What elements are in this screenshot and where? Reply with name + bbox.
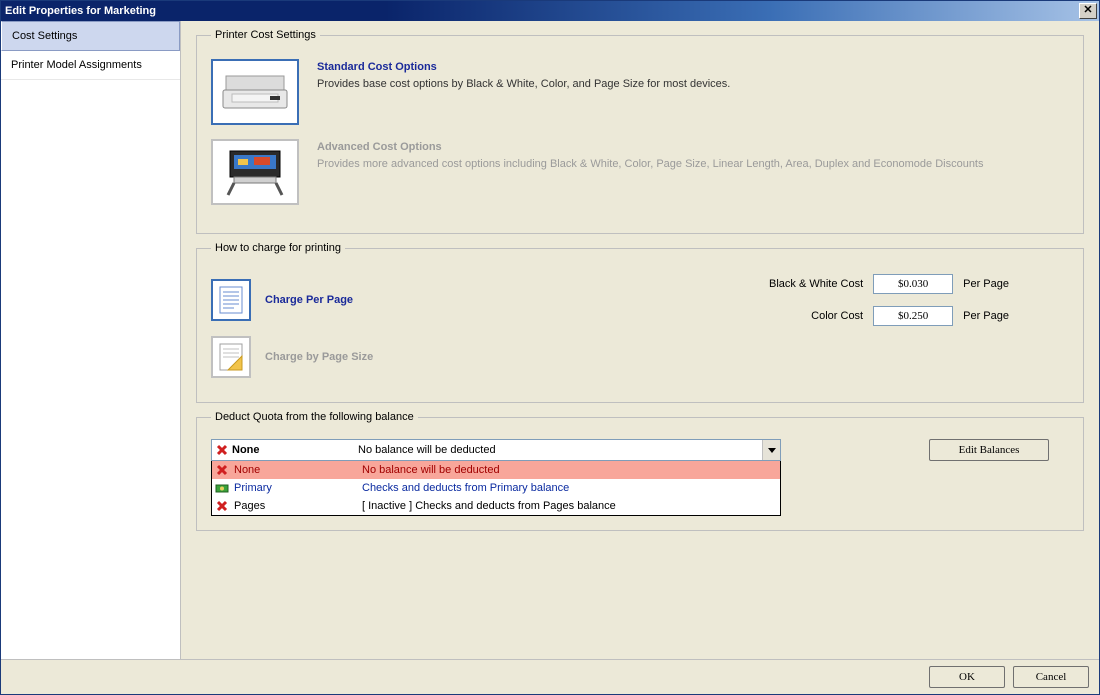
window-title: Edit Properties for Marketing: [5, 5, 1079, 17]
balance-dropdown[interactable]: None No balance will be deducted: [211, 439, 781, 461]
bw-cost-input[interactable]: [873, 274, 953, 294]
dropdown-arrow-icon[interactable]: [762, 440, 780, 460]
balance-option-pages[interactable]: Pages [ Inactive ] Checks and deducts fr…: [212, 497, 780, 515]
option-desc: [ Inactive ] Checks and deducts from Pag…: [362, 500, 780, 512]
titlebar[interactable]: Edit Properties for Marketing ✕: [1, 1, 1099, 21]
sidebar: Cost Settings Printer Model Assignments: [1, 21, 181, 659]
quota-group: Deduct Quota from the following balance …: [196, 411, 1084, 531]
edit-balances-button[interactable]: Edit Balances: [929, 439, 1049, 461]
balance-option-none[interactable]: None No balance will be deducted: [212, 461, 780, 479]
option-advanced-cost[interactable]: Advanced Cost Options Provides more adva…: [211, 139, 1069, 205]
bw-cost-label: Black & White Cost: [769, 278, 863, 290]
option-title: Advanced Cost Options: [317, 141, 1069, 153]
option-desc: No balance will be deducted: [362, 464, 780, 476]
option-desc: Provides more advanced cost options incl…: [317, 157, 1069, 172]
balance-dropdown-list: None No balance will be deducted Primary…: [211, 461, 781, 516]
group-legend: How to charge for printing: [211, 242, 345, 254]
bw-cost-suffix: Per Page: [963, 278, 1009, 290]
page-icon: [211, 279, 251, 321]
dialog-footer: OK Cancel: [1, 659, 1099, 694]
option-title: Standard Cost Options: [317, 61, 1069, 73]
color-cost-suffix: Per Page: [963, 310, 1009, 322]
close-button[interactable]: ✕: [1079, 3, 1097, 19]
color-cost-label: Color Cost: [769, 310, 863, 322]
cancel-button[interactable]: Cancel: [1013, 666, 1089, 688]
content-pane: Printer Cost Settings Standard Cost Opti…: [181, 21, 1099, 659]
option-charge-by-page-size[interactable]: Charge by Page Size: [211, 336, 1069, 378]
quota-combo-wrap: None No balance will be deducted None No…: [211, 439, 781, 516]
option-label: Charge by Page Size: [265, 351, 373, 363]
printer-thumbnail-icon: [211, 59, 299, 125]
money-icon: [212, 482, 232, 494]
x-icon: [212, 500, 232, 512]
option-desc: Provides base cost options by Black & Wh…: [317, 77, 1069, 92]
option-label: Charge Per Page: [265, 294, 353, 306]
option-text: Standard Cost Options Provides base cost…: [317, 59, 1069, 92]
option-charge-per-page[interactable]: Charge Per Page Black & White Cost Per P…: [211, 274, 1069, 326]
sidebar-item-label: Cost Settings: [12, 30, 77, 42]
page-size-icon: [211, 336, 251, 378]
plotter-thumbnail-icon: [211, 139, 299, 205]
sidebar-item-printer-model-assignments[interactable]: Printer Model Assignments: [1, 51, 180, 80]
x-icon: [212, 464, 232, 476]
selected-desc: No balance will be deducted: [358, 440, 762, 460]
ok-button[interactable]: OK: [929, 666, 1005, 688]
option-name: Primary: [232, 482, 362, 494]
dialog-body: Cost Settings Printer Model Assignments …: [1, 21, 1099, 659]
color-cost-input[interactable]: [873, 306, 953, 326]
sidebar-item-cost-settings[interactable]: Cost Settings: [1, 21, 180, 51]
printer-cost-settings-group: Printer Cost Settings Standard Cost Opti…: [196, 29, 1084, 234]
option-name: Pages: [232, 500, 362, 512]
selected-name: None: [228, 440, 358, 460]
balance-option-primary[interactable]: Primary Checks and deducts from Primary …: [212, 479, 780, 497]
group-legend: Printer Cost Settings: [211, 29, 320, 41]
dialog-window: Edit Properties for Marketing ✕ Cost Set…: [0, 0, 1100, 695]
sidebar-item-label: Printer Model Assignments: [11, 59, 142, 71]
option-desc: Checks and deducts from Primary balance: [362, 482, 780, 494]
cost-inputs: Black & White Cost Per Page Color Cost P…: [769, 274, 1069, 326]
option-name: None: [232, 464, 362, 476]
x-icon: [212, 440, 228, 460]
option-text: Advanced Cost Options Provides more adva…: [317, 139, 1069, 172]
group-legend: Deduct Quota from the following balance: [211, 411, 418, 423]
option-standard-cost[interactable]: Standard Cost Options Provides base cost…: [211, 59, 1069, 125]
charge-group: How to charge for printing Charge Per Pa…: [196, 242, 1084, 403]
